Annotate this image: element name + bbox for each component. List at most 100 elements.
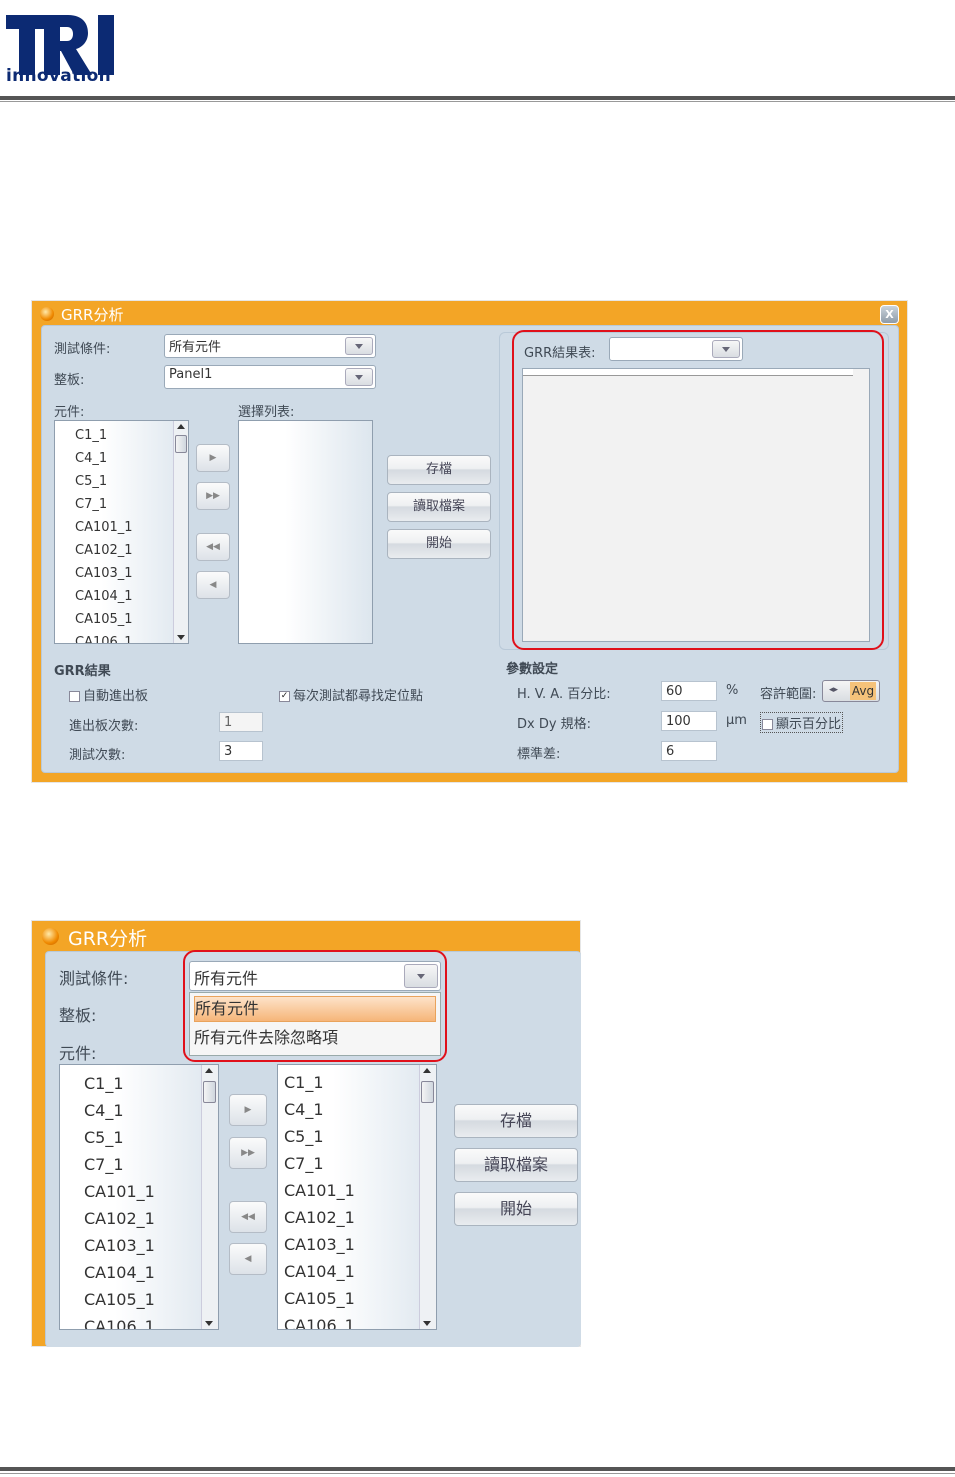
list-item[interactable]: CA104_1 — [284, 1262, 355, 1281]
grr-results-title: GRR結果 — [54, 664, 111, 679]
add-one-button[interactable]: ▶ — [196, 444, 230, 472]
selection-list-label: 選擇列表: — [238, 405, 295, 420]
add-one-button[interactable]: ▶ — [229, 1094, 267, 1126]
tolerance-value: Avg — [850, 682, 876, 700]
list-item[interactable]: CA106_1 — [75, 635, 133, 643]
find-anchor-label: 每次測試都尋找定位點 — [293, 689, 424, 704]
list-item[interactable]: CA102_1 — [284, 1208, 355, 1227]
panel-label: 整板: — [59, 1006, 97, 1025]
scroll-thumb[interactable] — [203, 1081, 216, 1103]
list-item[interactable]: C1_1 — [75, 428, 107, 443]
hva-input[interactable]: 60 — [661, 681, 717, 701]
list-item[interactable]: CA101_1 — [75, 520, 133, 535]
components-scrollbar[interactable] — [173, 421, 188, 643]
add-all-button[interactable]: ▶▶ — [229, 1137, 267, 1169]
selection-scrollbar[interactable] — [419, 1065, 436, 1329]
remove-all-button[interactable]: ◀◀ — [229, 1201, 267, 1233]
checkbox-box[interactable] — [762, 719, 773, 730]
components-list[interactable]: C1_1 C4_1 C5_1 C7_1 CA101_1 CA102_1 CA10… — [59, 1064, 219, 1330]
list-item[interactable]: CA105_1 — [284, 1289, 355, 1308]
save-button[interactable]: 存檔 — [387, 455, 491, 485]
list-item[interactable]: CA102_1 — [84, 1209, 155, 1228]
tolerance-toggle[interactable]: ◂▸ Avg — [822, 680, 880, 702]
list-item[interactable]: C5_1 — [75, 474, 107, 489]
window-titlebar[interactable]: GRR分析 — [32, 921, 580, 951]
panel-value: Panel1 — [169, 367, 213, 382]
auto-inout-checkbox[interactable]: 自動進出板 — [69, 685, 148, 704]
list-item[interactable]: C4_1 — [75, 451, 107, 466]
list-item[interactable]: C4_1 — [84, 1101, 124, 1120]
scroll-thumb[interactable] — [175, 435, 187, 453]
std-input[interactable]: 6 — [661, 741, 717, 761]
header-rule — [0, 96, 955, 100]
test-condition-label: 測試條件: — [59, 969, 129, 988]
checkbox-box[interactable]: ✓ — [279, 691, 290, 702]
list-item[interactable]: C5_1 — [284, 1127, 324, 1146]
test-count-label: 測試次數: — [69, 748, 126, 763]
start-button[interactable]: 開始 — [387, 529, 491, 559]
show-percent-checkbox[interactable]: 顯示百分比 — [760, 712, 844, 733]
list-item[interactable]: C7_1 — [84, 1155, 124, 1174]
chevron-down-icon[interactable] — [345, 337, 373, 355]
list-item[interactable]: CA101_1 — [84, 1182, 155, 1201]
list-item[interactable]: C7_1 — [75, 497, 107, 512]
footer-rule — [0, 1467, 955, 1471]
scroll-up-icon[interactable] — [205, 1068, 213, 1073]
panel-combo[interactable]: Panel1 — [164, 365, 376, 389]
list-item[interactable]: C5_1 — [84, 1128, 124, 1147]
start-button[interactable]: 開始 — [454, 1192, 578, 1226]
add-all-button[interactable]: ▶▶ — [196, 482, 230, 510]
toggle-arrows-icon: ◂▸ — [829, 685, 839, 695]
components-label: 元件: — [54, 405, 85, 420]
remove-one-button[interactable]: ◀ — [229, 1243, 267, 1275]
footer-rule-thin — [0, 1473, 955, 1474]
close-button[interactable]: X — [880, 305, 899, 324]
list-item[interactable]: CA103_1 — [84, 1236, 155, 1255]
list-item[interactable]: CA105_1 — [84, 1290, 155, 1309]
components-list[interactable]: C1_1 C4_1 C5_1 C7_1 CA101_1 CA102_1 CA10… — [54, 420, 189, 644]
list-item[interactable]: C1_1 — [284, 1073, 324, 1092]
scroll-up-icon[interactable] — [423, 1068, 431, 1073]
test-count-input[interactable]: 3 — [219, 741, 263, 761]
remove-one-button[interactable]: ◀ — [196, 571, 230, 599]
find-anchor-checkbox[interactable]: ✓ 每次測試都尋找定位點 — [279, 685, 423, 704]
list-item[interactable]: CA106_1 — [284, 1316, 355, 1329]
list-item[interactable]: C4_1 — [284, 1100, 324, 1119]
remove-all-button[interactable]: ◀◀ — [196, 533, 230, 561]
list-item[interactable]: CA102_1 — [75, 543, 133, 558]
list-item[interactable]: CA106_1 — [84, 1317, 155, 1329]
scroll-down-icon[interactable] — [205, 1321, 213, 1326]
window-titlebar[interactable]: GRR分析 X — [32, 301, 907, 327]
list-item[interactable]: CA104_1 — [84, 1263, 155, 1282]
test-condition-label: 測試條件: — [54, 342, 111, 357]
chevron-down-icon[interactable] — [345, 368, 373, 386]
list-item[interactable]: C1_1 — [84, 1074, 124, 1093]
highlight-box — [512, 330, 884, 650]
test-condition-value: 所有元件 — [169, 340, 222, 355]
load-file-button[interactable]: 讀取檔案 — [387, 492, 491, 522]
test-condition-combo[interactable]: 所有元件 — [164, 334, 376, 358]
dxdy-label: Dx Dy 規格: — [517, 717, 592, 732]
components-scrollbar[interactable] — [201, 1065, 218, 1329]
selection-list[interactable]: C1_1 C4_1 C5_1 C7_1 CA101_1 CA102_1 CA10… — [277, 1064, 437, 1330]
list-item[interactable]: C7_1 — [284, 1154, 324, 1173]
header-rule-thin — [0, 101, 955, 102]
list-item[interactable]: CA103_1 — [75, 566, 133, 581]
list-item[interactable]: CA101_1 — [284, 1181, 355, 1200]
load-file-button[interactable]: 讀取檔案 — [454, 1148, 578, 1182]
list-item[interactable]: CA103_1 — [284, 1235, 355, 1254]
scroll-down-icon[interactable] — [177, 635, 185, 640]
save-button[interactable]: 存檔 — [454, 1104, 578, 1138]
selection-list[interactable] — [238, 420, 373, 644]
scroll-up-icon[interactable] — [177, 424, 185, 429]
list-item[interactable]: CA104_1 — [75, 589, 133, 604]
hva-unit: % — [726, 683, 739, 698]
scroll-down-icon[interactable] — [423, 1321, 431, 1326]
inout-count-input[interactable]: 1 — [219, 712, 263, 732]
panel-label: 整板: — [54, 373, 85, 388]
dxdy-input[interactable]: 100 — [661, 711, 717, 731]
list-item[interactable]: CA105_1 — [75, 612, 133, 627]
scroll-thumb[interactable] — [421, 1081, 434, 1103]
checkbox-box[interactable] — [69, 691, 80, 702]
main-panel: 測試條件: 所有元件 整板: Panel1 元件: C1_1 C4_1 C5_1… — [41, 325, 899, 773]
